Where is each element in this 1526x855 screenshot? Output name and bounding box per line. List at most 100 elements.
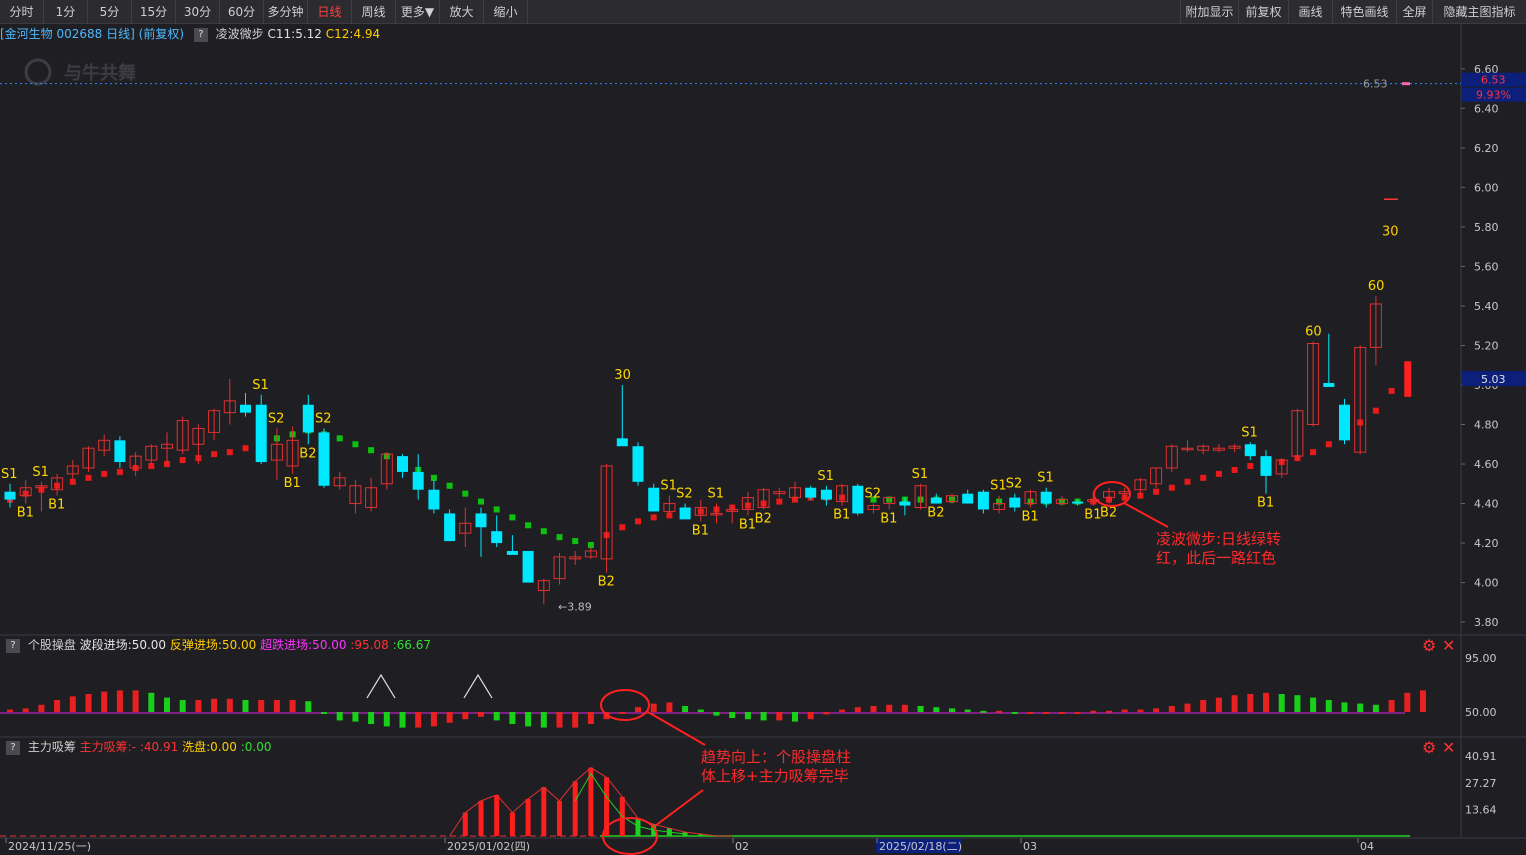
panel1-bar (1420, 690, 1426, 712)
panel1-bar (148, 692, 155, 712)
panel1-bar (462, 712, 469, 720)
step-mark (1247, 463, 1254, 470)
candle-body (240, 404, 251, 413)
panel1-bar (1341, 702, 1348, 712)
step-mark (525, 522, 532, 529)
panel1-bar (619, 712, 626, 714)
candle-body (397, 456, 408, 472)
panel2-bar (509, 812, 515, 836)
panel1-bar (1074, 712, 1081, 714)
panel1-bar (509, 712, 516, 724)
latest-bar (1404, 361, 1412, 397)
panel2-bar (572, 781, 578, 836)
panel1-bar (258, 700, 265, 712)
panel1-bar (1325, 700, 1332, 712)
panel1-bar (132, 690, 139, 712)
signal-B1: B1 (284, 476, 301, 491)
y-tick-label: 5.40 (1474, 300, 1499, 313)
step-mark (635, 518, 641, 525)
panel1-bar (1200, 700, 1207, 712)
panel1-bar (807, 712, 814, 720)
signal-B1: B1 (880, 511, 897, 526)
panel1-bar (949, 708, 955, 712)
step-mark (540, 528, 547, 535)
panel1-bar (1058, 712, 1065, 714)
panel1-bar (273, 700, 280, 712)
panel1-bar (1106, 710, 1112, 713)
signal-B2: B2 (299, 446, 316, 461)
panel1-bar (1153, 708, 1160, 712)
signal-S1: S1 (32, 465, 49, 480)
signal-S1: S1 (912, 467, 929, 482)
panel1-bar (164, 697, 170, 712)
panel1-bar (1247, 694, 1254, 712)
signal-B2: B2 (1100, 506, 1117, 521)
panel1-bar (195, 700, 202, 712)
annotation-text: 趋势向上：个股操盘柱 (701, 748, 851, 766)
step-mark (493, 506, 500, 513)
signal-S1: S1 (660, 479, 677, 494)
panel2-tick: 40.91 (1465, 750, 1497, 763)
candle-body (412, 471, 424, 490)
panel2-bar (462, 812, 468, 836)
panel1-bar (211, 698, 218, 712)
signal-S2: S2 (268, 411, 285, 426)
panel1-bar (1231, 695, 1238, 712)
annotation-circle (600, 689, 650, 721)
signal-B1: B1 (17, 506, 34, 521)
panel1-bar (116, 690, 123, 712)
target-label: 30 (1382, 224, 1399, 239)
panel1-bar (760, 712, 767, 721)
step-mark (336, 435, 343, 442)
signal-60: 60 (1368, 279, 1385, 294)
candle-body (444, 513, 456, 542)
step-mark (226, 449, 233, 456)
panel1-bar (697, 709, 704, 712)
panel1-bar (399, 712, 406, 728)
panel1-bar (179, 700, 186, 712)
limit-pct-label: 9.93% (1476, 89, 1511, 102)
panel1-bar (1090, 710, 1097, 713)
y-tick-label: 5.20 (1474, 339, 1499, 352)
candle-body (930, 497, 942, 504)
limit-price-label: 6.53 (1481, 74, 1506, 87)
panel1-bar (650, 703, 657, 712)
panel1-bar (901, 704, 908, 712)
panel1-tick: 95.00 (1465, 652, 1497, 665)
signal-S2: S2 (315, 411, 332, 426)
panel1-bar (7, 709, 13, 712)
y-tick-label: 6.00 (1474, 181, 1499, 194)
panel2-bar (525, 798, 531, 836)
step-mark (179, 457, 186, 464)
step-mark (1388, 387, 1395, 394)
min-price-label: ←3.89 (558, 600, 592, 613)
step-mark (650, 514, 657, 521)
candle-body (852, 485, 864, 514)
last-price-label: 5.03 (1481, 373, 1506, 386)
step-mark (776, 498, 783, 505)
panel1-bar (1027, 712, 1034, 714)
step-mark (462, 490, 469, 497)
annotation-text: 红，此后一路红色 (1156, 549, 1276, 567)
panel1-bar (713, 712, 720, 716)
candle-body (506, 550, 518, 555)
date-label: 02 (735, 840, 749, 853)
candle-body (1323, 383, 1335, 387)
step-mark (619, 524, 626, 531)
step-mark (352, 441, 359, 448)
candle-body (114, 440, 126, 463)
panel2-tick: 27.27 (1465, 777, 1497, 790)
panel1-bar (1388, 700, 1395, 712)
panel1-bar (430, 712, 437, 727)
candle-body (255, 404, 267, 463)
annotation-text: 凌波微步:日线绿转 (1156, 530, 1281, 548)
panel1-bar (321, 712, 327, 714)
panel1-bar (1294, 695, 1301, 712)
panel2-bar (541, 787, 547, 836)
annotation-arrow (654, 789, 704, 827)
candle-body (1009, 497, 1021, 508)
annotation-arrow (647, 711, 706, 746)
panel1-bar (1215, 697, 1222, 712)
step-mark (1231, 466, 1238, 473)
candle-body (616, 438, 628, 447)
